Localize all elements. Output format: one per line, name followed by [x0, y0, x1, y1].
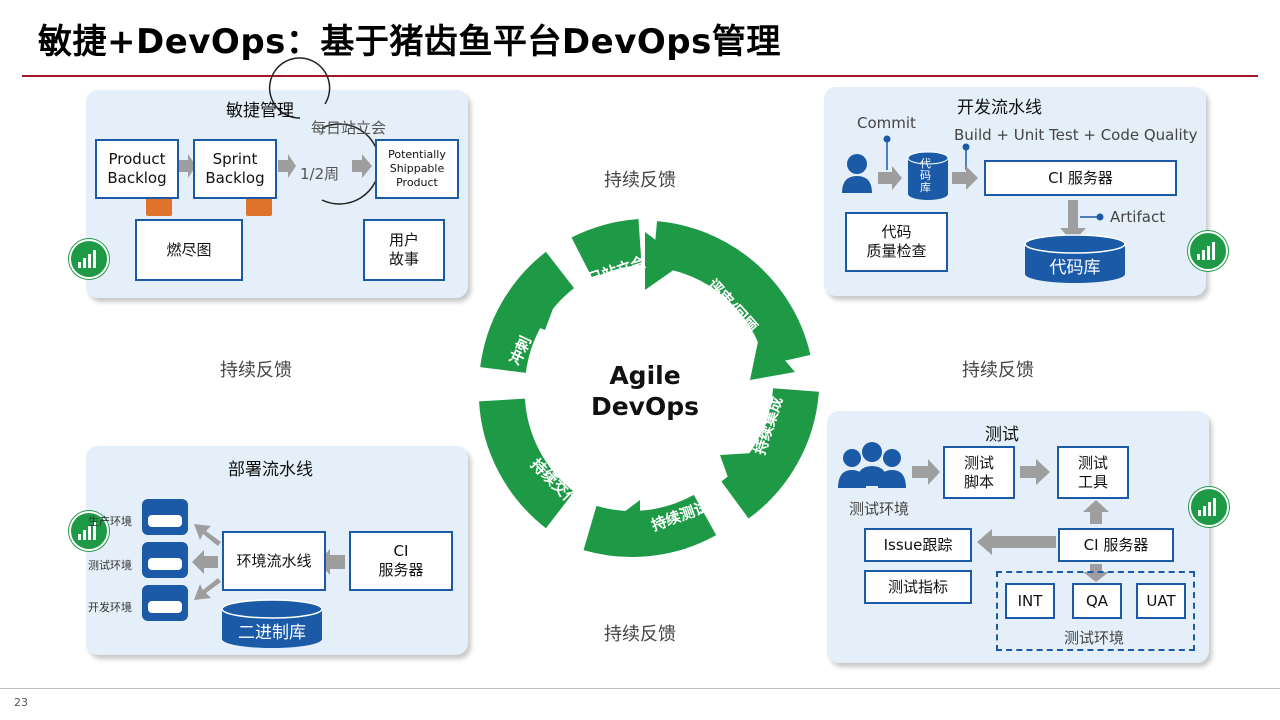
cycle-length-label: 1/2周 — [300, 165, 340, 183]
dev-title: 开发流水线 — [957, 98, 1042, 118]
feedback-left: 持续反馈 — [220, 360, 292, 381]
test-script-label: 测试 脚本 — [963, 453, 994, 491]
code-quality-box: 代码 质量检查 — [845, 212, 948, 272]
test-title: 测试 — [985, 425, 1019, 445]
chart-icon — [69, 239, 109, 279]
sprint-backlog-box: Sprint Backlog — [193, 139, 277, 199]
env-dev-label: 开发环境 — [88, 601, 132, 614]
int-env-box: INT — [1005, 583, 1055, 619]
repo-small-label: 代 码 库 — [920, 157, 931, 194]
test-script-box: 测试 脚本 — [943, 446, 1015, 499]
product-backlog-box: Product Backlog — [95, 139, 179, 199]
shippable-product-label: Potentially Shippable Product — [388, 148, 446, 189]
deploy-ci-server-label: CI 服务器 — [378, 542, 424, 579]
feedback-right: 持续反馈 — [962, 360, 1034, 381]
test-env-group-label: 测试环境 — [1064, 629, 1125, 647]
test-metrics-box: 测试指标 — [864, 570, 972, 604]
agile-title: 敏捷管理 — [226, 101, 294, 121]
env-test-label: 测试环境 — [88, 559, 132, 572]
test-ci-server-label: CI 服务器 — [1083, 535, 1149, 554]
qa-env-label: QA — [1085, 591, 1109, 610]
user-story-box: 用户 故事 — [363, 219, 445, 281]
daily-standup-label: 每日站立会 — [311, 119, 387, 137]
uat-env-box: UAT — [1136, 583, 1186, 619]
code-repo-label: 代码库 — [1049, 258, 1101, 278]
issue-tracking-box: Issue跟踪 — [864, 528, 972, 562]
deploy-ci-server-box: CI 服务器 — [349, 531, 453, 591]
burndown-label: 燃尽图 — [166, 240, 212, 259]
test-ci-server-box: CI 服务器 — [1058, 528, 1174, 562]
qa-env-box: QA — [1072, 583, 1122, 619]
dev-ci-server-box: CI 服务器 — [984, 160, 1177, 196]
uat-env-label: UAT — [1146, 591, 1176, 610]
shippable-product-box: Potentially Shippable Product — [375, 139, 459, 199]
build-label: Build + Unit Test + Code Quality — [954, 126, 1198, 144]
code-quality-label: 代码 质量检查 — [866, 223, 927, 260]
center-line1: Agile — [609, 361, 681, 390]
issue-tracking-label: Issue跟踪 — [883, 535, 953, 554]
dev-ci-server-label: CI 服务器 — [1048, 168, 1113, 187]
test-metrics-label: 测试指标 — [887, 577, 948, 596]
burndown-box: 燃尽图 — [135, 219, 243, 281]
test-tool-box: 测试 工具 — [1057, 446, 1129, 499]
footer-divider — [0, 688, 1280, 689]
product-backlog-label: Product Backlog — [107, 150, 167, 187]
center-title: Agile DevOps — [560, 360, 730, 422]
binary-repo-label: 二进制库 — [238, 623, 306, 643]
commit-label: Commit — [857, 114, 916, 132]
feedback-bottom: 持续反馈 — [604, 624, 676, 645]
deploy-title: 部署流水线 — [228, 460, 313, 480]
feedback-top: 持续反馈 — [604, 170, 676, 191]
sprint-backlog-label: Sprint Backlog — [205, 150, 265, 187]
chart-icon — [1189, 487, 1229, 527]
center-line2: DevOps — [590, 392, 700, 421]
chart-icon — [1188, 231, 1228, 271]
user-story-label: 用户 故事 — [388, 231, 419, 268]
test-tool-label: 测试 工具 — [1077, 453, 1108, 491]
env-prod-label: 生产环境 — [88, 515, 132, 528]
env-pipeline-box: 环境流水线 — [222, 531, 326, 591]
page-number: 23 — [14, 696, 28, 709]
artifact-label: Artifact — [1110, 208, 1166, 226]
test-env-label: 测试环境 — [849, 500, 910, 518]
int-env-label: INT — [1017, 591, 1043, 610]
env-pipeline-label: 环境流水线 — [236, 551, 312, 570]
